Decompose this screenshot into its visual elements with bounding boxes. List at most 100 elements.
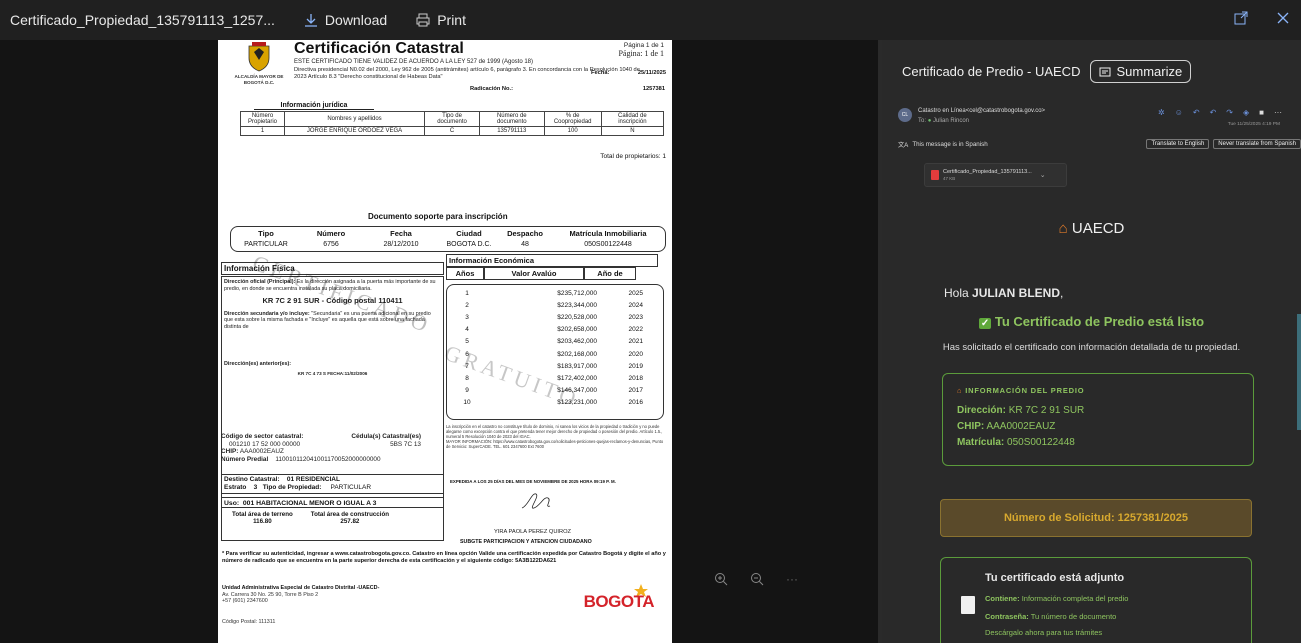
translate-icon: 文A (898, 141, 909, 149)
contains-line: Contiene: Información completa del predi… (985, 594, 1128, 603)
info-juridica-heading: Información jurídica (254, 102, 374, 110)
reply-icon[interactable]: ↶ (1193, 108, 1200, 117)
estrato-label: Estrato (224, 484, 247, 491)
reply-all-icon[interactable]: ↶ (1210, 108, 1217, 117)
avaluo-cell: $146,347,000 (557, 387, 597, 395)
scrollbar[interactable] (1297, 314, 1301, 430)
signature-icon (521, 493, 551, 509)
econ-col: Años (446, 267, 484, 280)
property-info-label: INFORMACIÓN DEL PREDIO (965, 386, 1085, 395)
avaluo-cell: 7 (465, 362, 469, 370)
greeting-prefix: Hola (944, 286, 973, 300)
owners-col-type: Tipo de documento (423, 111, 481, 127)
avaluo-cell: 2025 (628, 289, 643, 297)
table-row: 9 $146,347,000 2017 (447, 385, 663, 397)
dir-secundaria-label: Dirección secundaria y/o incluye: (224, 310, 310, 317)
email-actions: ✲ ☺ ↶ ↶ ↷ ◈ ■ ··· (1158, 108, 1282, 117)
doc-radicacion: Radicación No.: 1257381 (470, 86, 665, 92)
summarize-button[interactable]: Summarize (1090, 60, 1192, 83)
owner-cell: 135791113 (479, 126, 545, 136)
translate-button[interactable]: Translate to English (1146, 139, 1210, 149)
teams-icon[interactable]: ■ (1259, 108, 1264, 117)
uaecd-phone: +57 (601) 2347600 (222, 598, 268, 605)
zoom-out-icon[interactable] (750, 572, 764, 586)
forward-icon[interactable]: ↷ (1226, 108, 1233, 117)
econ-col: Valor Avalúo (484, 267, 584, 280)
avaluo-cell: $202,168,000 (557, 350, 597, 358)
recipient-name[interactable]: Julian Rincon (933, 118, 969, 124)
destino-block: Destino Catastral: 01 RESIDENCIAL Estrat… (221, 474, 444, 494)
download-label: Download (324, 12, 388, 28)
translate-bar: 文A This message is in Spanish Translate … (898, 139, 1301, 149)
page-label-2: Página: 1 de 1 (618, 49, 664, 58)
owner-cell: 100 (543, 126, 602, 136)
owners-table: Número Propietario Nombres y apellidos T… (240, 111, 665, 136)
download-button[interactable]: Download (303, 12, 387, 28)
attachment-info: Certificado_Propiedad_135791113... 47 KB (943, 169, 1032, 181)
email-date: Tue 11/25/2025 4:19 PM (1227, 122, 1280, 127)
avaluo-cell: 2019 (628, 362, 643, 370)
emoji-icon[interactable]: ☺ (1175, 108, 1183, 117)
to-label: To: (918, 118, 927, 124)
language-message: This message is in Spanish (912, 140, 988, 148)
owners-header-row: Número Propietario Nombres y apellidos T… (240, 111, 665, 127)
firmante-name: YIRA PAOLA PEREZ QUIROZ (494, 529, 572, 535)
table-row: 3 $220,528,000 2023 (447, 311, 663, 323)
sender-address[interactable]: Catastro en Línea<cel@catastrobogota.gov… (918, 106, 1045, 116)
copilot-icon[interactable]: ✲ (1158, 108, 1165, 117)
email-panel: Certificado de Predio - UAECD Summarize … (882, 40, 1301, 643)
chip-row: CHIP: AAA0002EAUZ (221, 448, 444, 456)
rad-label: Radicación No.: (470, 86, 513, 92)
never-translate-button[interactable]: Never translate from Spanish (1213, 139, 1301, 149)
download-hint: Descárgalo ahora para tus trámites (985, 628, 1103, 637)
postal-code: Código Postal: 111311 (222, 619, 276, 625)
expedida-line: EXPEDIDA A LOS 25 DÍAS DEL MES DE NOVIEM… (450, 479, 616, 484)
attachment-name: Certificado_Propiedad_135791113... (943, 169, 1032, 175)
owners-col-calidad: Calidad de inscripción (600, 111, 665, 127)
close-icon[interactable] (1275, 10, 1291, 26)
apps-icon[interactable]: ◈ (1243, 108, 1249, 117)
table-row: 8 $172,402,000 2018 (447, 372, 663, 384)
password-line: Contraseña: Tu número de documento (985, 612, 1116, 621)
file-name: Certificado_Propiedad_135791113_1257... (10, 12, 275, 28)
cedula-value: 5BS 7C 13 (390, 440, 421, 448)
doc-date: Fecha: 25/11/2025 (591, 70, 666, 76)
dir-secundaria: Dirección secundaria y/o incluye: "Secun… (224, 311, 441, 331)
sector-label: Código de sector catastral: (221, 433, 304, 440)
avaluo-cell: $220,528,000 (557, 313, 597, 321)
tipo-prop-label: Tipo de Propiedad: (262, 484, 322, 491)
email-brand: ⌂ UAECD (882, 220, 1301, 237)
avaluo-cell: 2017 (628, 387, 643, 395)
popout-icon[interactable] (1233, 10, 1249, 26)
avaluo-cell: $235,712,000 (557, 289, 597, 297)
chevron-down-icon[interactable]: ⌄ (1040, 171, 1046, 179)
summarize-label: Summarize (1116, 64, 1183, 79)
table-row: 10 $123,231,000 2016 (447, 397, 663, 409)
document-icon (961, 596, 975, 614)
zoom-in-icon[interactable] (714, 572, 728, 586)
owner-cell: N (600, 126, 665, 136)
print-button[interactable]: Print (415, 12, 466, 28)
pdf-viewer[interactable]: ALCALDÍA MAYOR DE BOGOTÁ D.C. Certificac… (0, 40, 878, 643)
table-row: 4 $202,658,000 2022 (447, 324, 663, 336)
soporte-val: 050S00122448 (584, 241, 632, 248)
matricula-label: Matrícula: (957, 437, 1005, 448)
email-subject: Certificado de Predio - UAECD (902, 64, 1081, 79)
chip-label: CHIP: (957, 421, 985, 432)
soporte-value-row: PARTICULAR 6756 28/12/2010 BOGOTA D.C. 4… (231, 241, 665, 248)
doc-title: Certificación Catastral (294, 40, 464, 57)
predial-value: 110010112041001170052000000000 (275, 455, 381, 463)
uso-row: Uso: 001 HABITACIONAL MENOR O IGUAL A 3 (224, 500, 441, 507)
dir-principal: KR 7C 2 91 SUR - Código postal 110411 (262, 296, 403, 306)
doc-note: La inscripción en el catastro no constit… (446, 424, 668, 449)
area-terreno-label: Total área de terreno (232, 511, 293, 518)
bogota-coat-of-arms-icon (248, 42, 270, 72)
download-icon (304, 14, 317, 27)
more-icon[interactable]: ··· (1274, 108, 1282, 117)
table-row: 7 $183,917,000 2019 (447, 360, 663, 372)
dir-oficial-label: Dirección oficial (Principal): (224, 279, 296, 285)
dir-anterior: Dirección(es) anterior(es): (224, 361, 441, 368)
attachment-card[interactable]: Certificado_Propiedad_135791113... 47 KB… (924, 163, 1067, 187)
more-options-icon[interactable]: ··· (786, 572, 798, 586)
soporte-header-row: Tipo Número Fecha Ciudad Despacho Matríc… (231, 229, 665, 238)
